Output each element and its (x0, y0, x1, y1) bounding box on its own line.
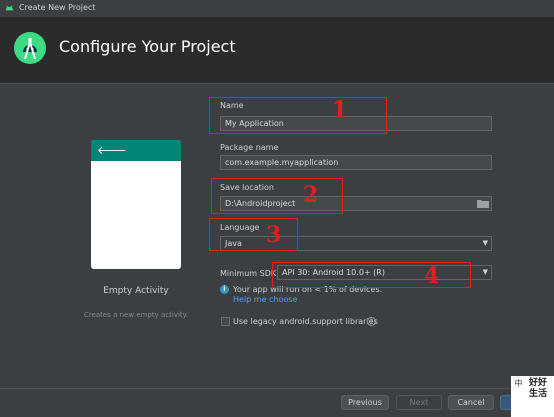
watermark-side-text: 中 (514, 379, 523, 387)
annotation-number: 4 (424, 263, 440, 289)
template-preview: 🡐 (91, 140, 181, 269)
template-name: Empty Activity (103, 286, 169, 296)
package-name-field[interactable]: com.example.myapplication (220, 155, 492, 170)
page-title: Configure Your Project (59, 37, 236, 56)
annotation-box-language (209, 218, 298, 251)
next-button[interactable]: Next (396, 395, 442, 410)
android-studio-icon (5, 5, 14, 11)
legacy-support-checkbox[interactable] (221, 317, 230, 326)
window-title: Create New Project (19, 3, 96, 12)
package-name-label: Package name (220, 143, 279, 152)
watermark-main-text: 好好生活 (529, 378, 548, 399)
folder-icon[interactable] (477, 199, 489, 208)
minimum-sdk-label: Minimum SDK (220, 269, 277, 278)
annotation-number: 1 (332, 97, 348, 123)
annotation-box-sdk (272, 262, 471, 288)
preview-appbar: 🡐 (91, 140, 181, 161)
legacy-support-label: Use legacy android.support libraries (233, 317, 378, 326)
watermark-logo: 中 好好生活 (511, 376, 554, 417)
chevron-down-icon: ▼ (482, 268, 488, 276)
info-icon: i (220, 285, 229, 294)
template-description: Creates a new empty activity. (83, 311, 189, 319)
cancel-button[interactable]: Cancel (448, 395, 494, 410)
wizard-header: Configure Your Project (0, 18, 554, 84)
annotation-number: 2 (303, 182, 319, 208)
back-arrow-icon: 🡐 (97, 144, 127, 157)
previous-button[interactable]: Previous (341, 395, 389, 410)
help-me-choose-link[interactable]: Help me choose (233, 295, 297, 304)
annotation-box-location (211, 178, 343, 214)
annotation-box-name (209, 97, 387, 134)
chevron-down-icon: ▼ (482, 239, 488, 247)
question-icon[interactable]: ? (367, 317, 376, 326)
android-studio-logo-icon (14, 32, 46, 64)
window-titlebar: Create New Project (0, 0, 554, 18)
annotation-number: 3 (266, 222, 282, 248)
